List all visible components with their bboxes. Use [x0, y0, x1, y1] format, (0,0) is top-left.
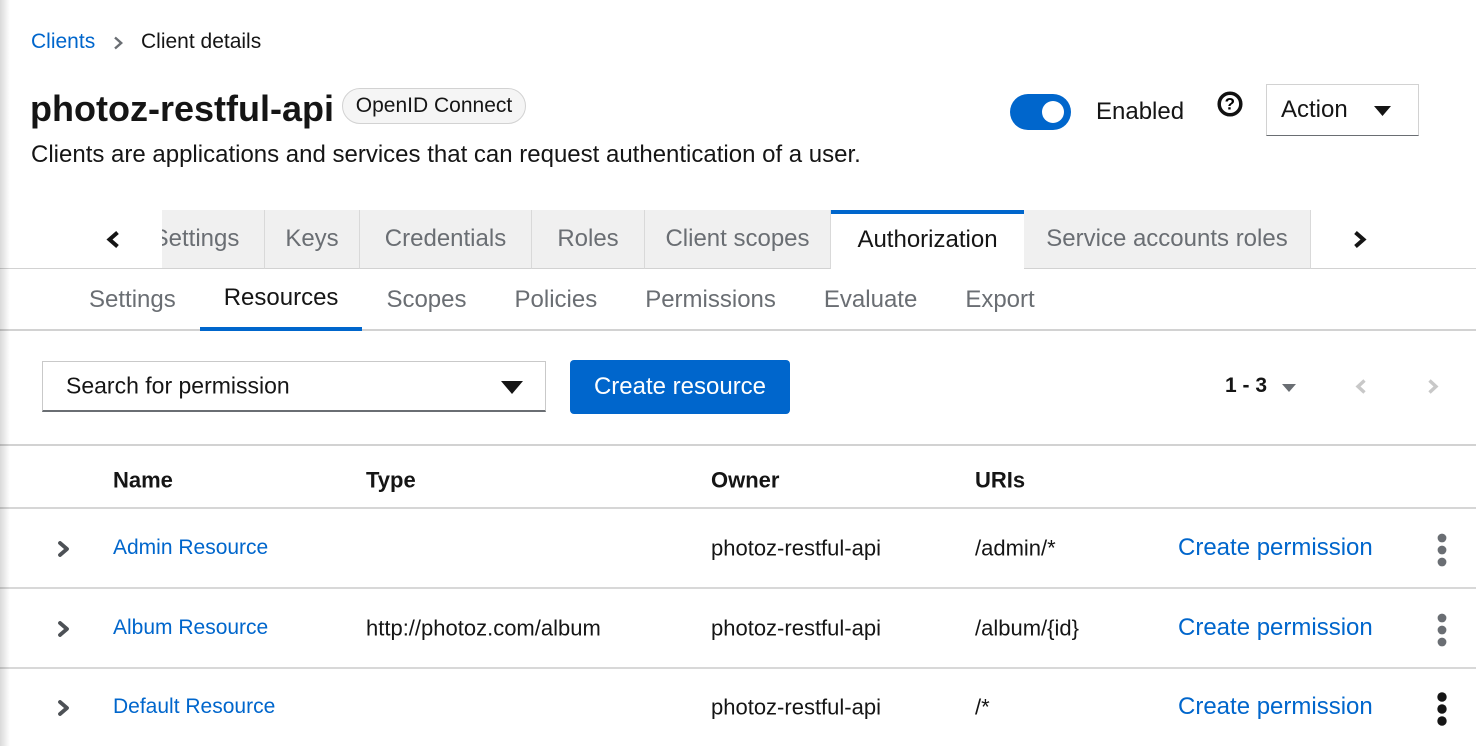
svg-text:?: ? — [1225, 95, 1235, 114]
